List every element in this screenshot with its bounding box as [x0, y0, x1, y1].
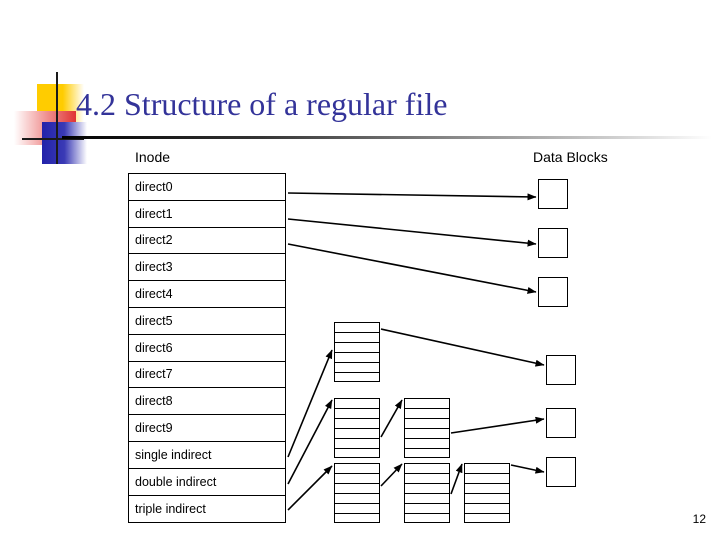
- slide-title: 4.2 Structure of a regular file: [76, 86, 448, 122]
- inode-row-label: direct6: [135, 340, 173, 355]
- logo-blue-square: [42, 122, 87, 164]
- indirect-block-entry: [405, 494, 449, 504]
- indirect-block-entry: [405, 439, 449, 449]
- indirect-block-entry: [405, 514, 449, 524]
- title-divider-rule: [62, 136, 712, 139]
- indirect-block-entry: [335, 484, 379, 494]
- arrow-double-indirect-to-block1: [287, 399, 333, 485]
- inode-row-direct3[interactable]: direct3: [129, 254, 285, 282]
- arrow-singleblock-to-block4: [380, 328, 545, 367]
- single-indirect-block[interactable]: [334, 322, 380, 382]
- indirect-block-entry: [405, 409, 449, 419]
- inode-row-triple-indirect[interactable]: triple indirect: [129, 495, 285, 523]
- inode-row-label: direct2: [135, 233, 173, 248]
- page-number: 12: [692, 512, 706, 526]
- inode-row-label: direct8: [135, 394, 173, 409]
- indirect-block-entry: [335, 429, 379, 439]
- arrow-tripleblock3-to-block6: [510, 464, 545, 474]
- data-block-2[interactable]: [538, 228, 568, 258]
- arrow-single-indirect-to-block: [287, 349, 333, 458]
- data-block-6[interactable]: [546, 457, 576, 487]
- arrow-direct1-to-block2: [287, 218, 537, 247]
- inode-row-direct9[interactable]: direct9: [129, 415, 285, 442]
- indirect-block-entry: [335, 333, 379, 343]
- indirect-block-entry: [405, 474, 449, 484]
- indirect-block-entry: [405, 419, 449, 429]
- inode-row-label: direct7: [135, 367, 173, 382]
- indirect-block-entry: [465, 494, 509, 504]
- indirect-block-entry: [335, 399, 379, 409]
- triple-indirect-block-1[interactable]: [334, 463, 380, 523]
- inode-row-label: double indirect: [135, 474, 217, 489]
- indirect-block-entry: [335, 363, 379, 373]
- inode-row-direct7[interactable]: direct7: [129, 361, 285, 389]
- data-block-3[interactable]: [538, 277, 568, 307]
- indirect-block-entry: [335, 494, 379, 504]
- indirect-block-entry: [335, 343, 379, 353]
- indirect-block-entry: [335, 504, 379, 514]
- double-indirect-block-1[interactable]: [334, 398, 380, 458]
- inode-row-direct0[interactable]: direct0: [129, 174, 285, 201]
- indirect-block-entry: [335, 464, 379, 474]
- inode-table: direct0 direct1 direct2 direct3 direct4 direc…: [128, 173, 286, 524]
- inode-row-label: direct3: [135, 260, 173, 275]
- double-indirect-block-2[interactable]: [404, 398, 450, 458]
- inode-row-direct5[interactable]: direct5: [129, 307, 285, 335]
- inode-row-direct4[interactable]: direct4: [129, 281, 285, 308]
- indirect-block-entry: [335, 373, 379, 383]
- indirect-block-entry: [405, 429, 449, 439]
- slide-canvas: 4.2 Structure of a regular file Inode Da…: [0, 0, 720, 540]
- indirect-block-entry: [335, 323, 379, 333]
- inode-row-label: direct0: [135, 179, 173, 194]
- indirect-block-entry: [335, 474, 379, 484]
- arrow-direct0-to-block1: [287, 192, 537, 201]
- indirect-block-entry: [335, 419, 379, 429]
- indirect-block-entry: [465, 464, 509, 474]
- inode-row-double-indirect[interactable]: double indirect: [129, 468, 285, 496]
- data-blocks-column-label: Data Blocks: [533, 149, 608, 165]
- indirect-block-entry: [465, 504, 509, 514]
- indirect-block-entry: [465, 484, 509, 494]
- arrow-direct2-to-block3: [287, 243, 537, 294]
- inode-row-label: triple indirect: [135, 501, 206, 516]
- inode-row-label: direct1: [135, 206, 173, 221]
- inode-row-label: direct4: [135, 287, 173, 302]
- indirect-block-entry: [335, 514, 379, 524]
- inode-row-direct6[interactable]: direct6: [129, 334, 285, 362]
- triple-indirect-block-3[interactable]: [464, 463, 510, 523]
- arrow-doubleblock2-to-block5: [450, 416, 545, 434]
- data-block-4[interactable]: [546, 355, 576, 385]
- indirect-block-entry: [335, 439, 379, 449]
- indirect-block-entry: [465, 514, 509, 524]
- indirect-block-entry: [465, 474, 509, 484]
- arrow-tripleblock1-to-tripleblock2: [380, 463, 403, 487]
- indirect-block-entry: [335, 409, 379, 419]
- inode-column-label: Inode: [135, 149, 171, 165]
- inode-row-label: direct5: [135, 313, 173, 328]
- inode-row-single-indirect[interactable]: single indirect: [129, 441, 285, 469]
- inode-row-direct8[interactable]: direct8: [129, 388, 285, 416]
- arrow-doubleblock1-to-doubleblock2: [380, 399, 403, 438]
- logo-vertical-line: [56, 72, 58, 164]
- inode-row-label: single indirect: [135, 447, 212, 462]
- triple-indirect-block-2[interactable]: [404, 463, 450, 523]
- indirect-block-entry: [405, 399, 449, 409]
- indirect-block-entry: [335, 449, 379, 459]
- data-block-1[interactable]: [538, 179, 568, 209]
- arrow-triple-indirect-to-block1: [287, 465, 333, 511]
- inode-row-label: direct9: [135, 421, 173, 436]
- data-block-5[interactable]: [546, 408, 576, 438]
- indirect-block-entry: [405, 464, 449, 474]
- inode-row-direct1[interactable]: direct1: [129, 200, 285, 228]
- indirect-block-entry: [335, 353, 379, 363]
- indirect-block-entry: [405, 484, 449, 494]
- arrow-tripleblock2-to-tripleblock3: [450, 463, 463, 495]
- inode-row-direct2[interactable]: direct2: [129, 227, 285, 255]
- indirect-block-entry: [405, 449, 449, 459]
- indirect-block-entry: [405, 504, 449, 514]
